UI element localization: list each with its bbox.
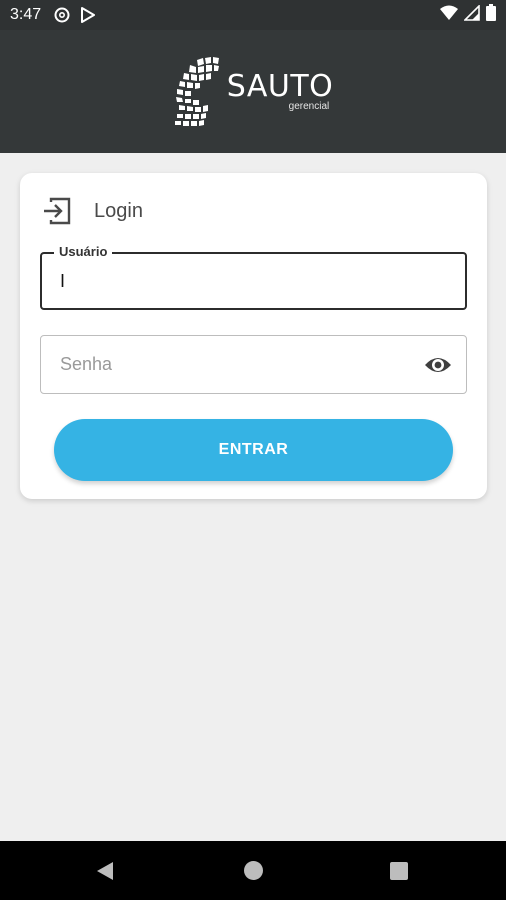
sauto-logo-mark	[174, 56, 219, 126]
login-title: Login	[94, 199, 143, 222]
app-header: SAUTO gerencial	[0, 30, 506, 153]
password-placeholder: Senha	[60, 354, 113, 374]
eye-icon[interactable]	[424, 352, 452, 378]
back-icon[interactable]	[95, 860, 115, 882]
at-sign-icon	[53, 6, 71, 24]
sauto-logo: SAUTO gerencial	[173, 56, 334, 128]
status-time: 3:47	[10, 6, 42, 23]
login-button[interactable]: ENTRAR	[54, 419, 453, 481]
password-field[interactable]: Senha	[40, 335, 467, 394]
wifi-icon	[440, 5, 458, 26]
play-store-icon	[79, 6, 97, 24]
recents-icon[interactable]	[390, 862, 408, 880]
logo-text: SAUTO gerencial	[226, 68, 334, 112]
home-icon[interactable]	[244, 861, 263, 880]
username-value[interactable]: I	[60, 254, 65, 308]
status-bar: 3:47	[0, 0, 506, 30]
login-card: Login Usuário I Senha ENTRAR	[20, 173, 487, 499]
logo-name: SAUTO	[226, 68, 334, 104]
navigation-bar	[0, 841, 506, 900]
battery-icon	[486, 4, 496, 26]
login-card-title: Login	[42, 197, 143, 225]
signal-icon	[463, 3, 480, 26]
username-field[interactable]: Usuário I	[40, 244, 467, 310]
login-icon	[44, 197, 71, 225]
logo-subtitle: gerencial	[288, 100, 330, 112]
